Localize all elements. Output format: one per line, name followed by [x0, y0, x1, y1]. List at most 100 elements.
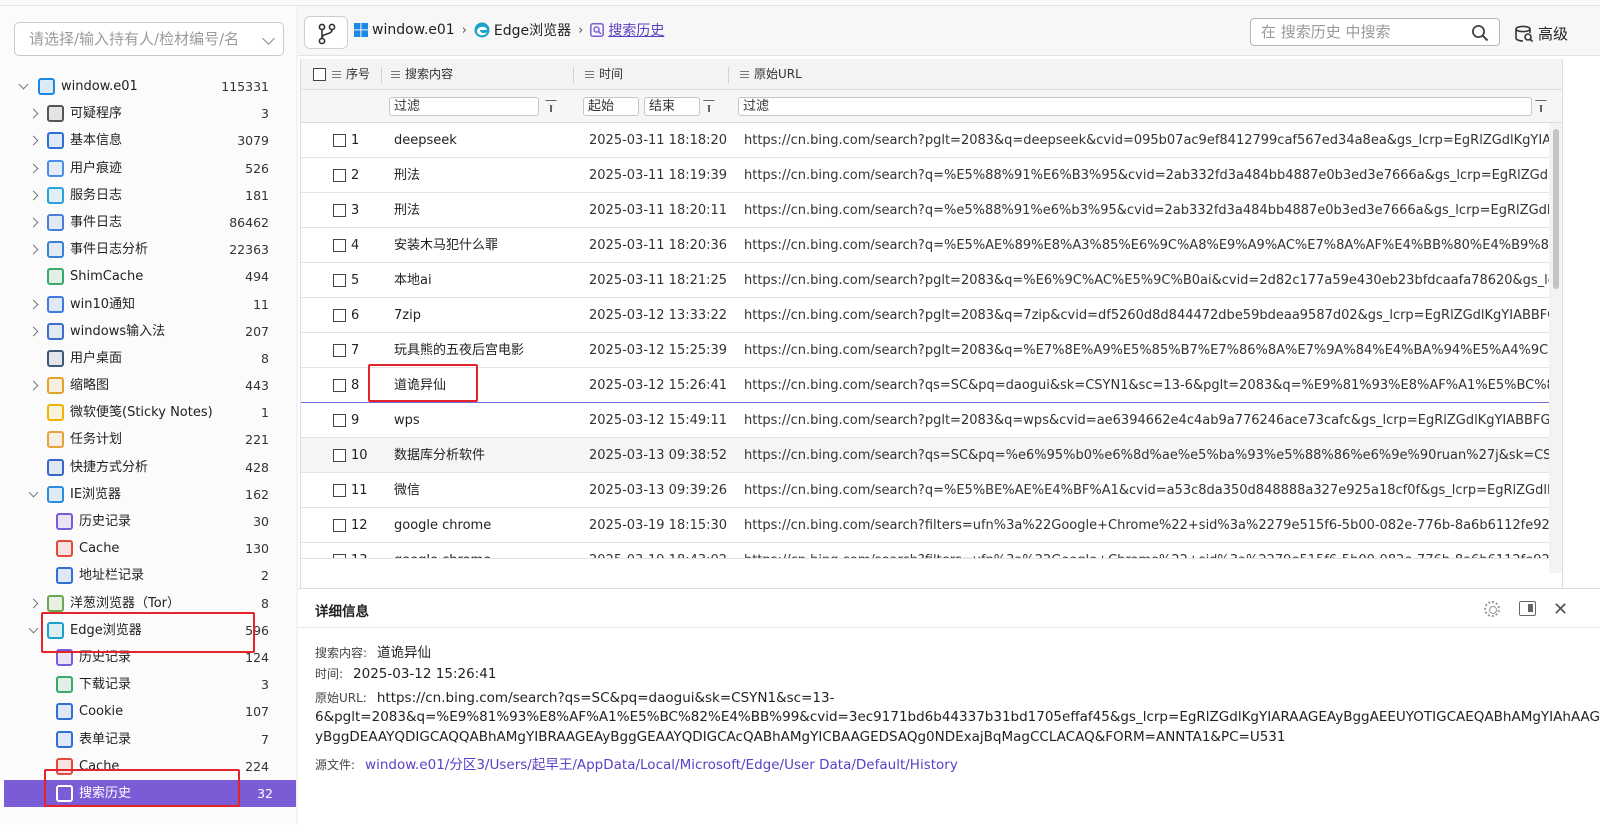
tree-item-count: 428	[245, 459, 269, 475]
select-all-checkbox[interactable]	[313, 68, 326, 81]
tree-item[interactable]: 服务日志 181	[0, 182, 296, 209]
row-checkbox[interactable]	[333, 344, 346, 357]
column-header-keyword[interactable]: 搜索内容	[391, 59, 453, 90]
row-url: https://cn.bing.com/search?q=%E5%88%91%E…	[744, 168, 1549, 183]
tree-item[interactable]: 洋葱浏览器（Tor） 8	[0, 590, 296, 617]
tree-item[interactable]: 事件日志 86462	[0, 209, 296, 236]
tree-item[interactable]: 用户桌面 8	[0, 345, 296, 372]
chevron-right-icon[interactable]	[28, 598, 39, 609]
tree-item[interactable]: 搜索历史 32	[4, 779, 296, 808]
search-input[interactable]: 在 搜索历史 中搜索	[1250, 18, 1500, 46]
row-checkbox[interactable]	[333, 134, 346, 147]
row-checkbox[interactable]	[333, 379, 346, 392]
gear-icon[interactable]	[1484, 601, 1500, 617]
table-row[interactable]: 9 wps 2025-03-12 15:49:11 https://cn.bing.c…	[301, 403, 1549, 438]
tree-item[interactable]: 用户痕迹 526	[0, 155, 296, 182]
time-end-input[interactable]: 结束	[644, 97, 700, 116]
time-start-input[interactable]: 起始	[583, 97, 639, 116]
chevron-down-icon[interactable]	[28, 487, 39, 498]
tree-item[interactable]: Cache 130	[0, 535, 296, 562]
advanced-search-button[interactable]: 高级	[1514, 23, 1568, 44]
keyword-filter-input[interactable]: 过滤	[389, 97, 539, 116]
chevron-down-icon[interactable]	[28, 623, 39, 634]
tree-item[interactable]: 可疑程序 3	[0, 100, 296, 127]
table-row[interactable]: 5 本地ai 2025-03-11 18:21:25 https://cn.bing.…	[301, 263, 1549, 298]
close-icon[interactable]: ✕	[1553, 599, 1568, 620]
row-checkbox[interactable]	[333, 449, 346, 462]
chevron-right-icon[interactable]	[28, 326, 39, 337]
table-row[interactable]: 12 google chrome 2025-03-19 18:15:30 https:…	[301, 508, 1549, 543]
table-row[interactable]: 10 数据库分析软件 2025-03-13 09:38:52 https://cn.b…	[301, 438, 1549, 473]
tree-item[interactable]: 缩略图 443	[0, 372, 296, 399]
tree-item[interactable]: 任务计划 221	[0, 426, 296, 453]
tree-item[interactable]: win10通知 11	[0, 291, 296, 318]
row-keyword: google chrome	[394, 543, 491, 558]
filter-icon[interactable]	[1535, 100, 1547, 112]
tree-item[interactable]: 事件日志分析 22363	[0, 236, 296, 263]
row-checkbox[interactable]	[333, 519, 346, 532]
path-bar: window.e01 › Edge浏览器 › 搜索历史 在 搜索历史 中搜索 高…	[298, 6, 1600, 56]
tree-item[interactable]: Cookie 107	[0, 698, 296, 725]
column-header-no[interactable]: 序号	[332, 59, 370, 90]
address-bar-icon	[56, 567, 73, 585]
chevron-right-icon[interactable]	[28, 299, 39, 309]
tree-item[interactable]: windows输入法 207	[0, 318, 296, 345]
holder-evidence-combo[interactable]: 请选择/输入持有人/检材编号/名	[14, 22, 284, 56]
breadcrumb-item-edge[interactable]: Edge浏览器	[494, 20, 571, 40]
tree-item[interactable]: 基本信息 3079	[0, 127, 296, 154]
tree-item[interactable]: 历史记录 30	[0, 508, 296, 535]
tree-item[interactable]: 表单记录 7	[0, 726, 296, 753]
panel-toggle-icon[interactable]	[1519, 601, 1536, 616]
chevron-right-icon[interactable]	[28, 163, 39, 174]
chevron-right-icon[interactable]	[28, 135, 39, 146]
tree-item[interactable]: Cache 224	[0, 753, 296, 780]
tree-item[interactable]: 历史记录 124	[0, 644, 296, 671]
tree-item[interactable]: 地址栏记录 2	[0, 562, 296, 589]
chevron-down-icon[interactable]	[262, 32, 275, 45]
table-row[interactable]: 3 刑法 2025-03-11 18:20:11 https://cn.bing.co…	[301, 193, 1549, 228]
table-row[interactable]: 2 刑法 2025-03-11 18:19:39 https://cn.bing.co…	[301, 158, 1549, 193]
column-header-time[interactable]: 时间	[585, 59, 623, 90]
table-row[interactable]: 11 微信 2025-03-13 09:39:26 https://cn.bing.c…	[301, 473, 1549, 508]
row-checkbox[interactable]	[333, 169, 346, 182]
row-checkbox[interactable]	[333, 204, 346, 217]
tree-item[interactable]: IE浏览器 162	[0, 481, 296, 508]
row-checkbox[interactable]	[333, 554, 346, 558]
row-checkbox[interactable]	[333, 274, 346, 287]
chevron-right-icon[interactable]	[28, 217, 39, 228]
chevron-right-icon[interactable]	[28, 244, 39, 255]
table-row[interactable]: 13 google chrome 2025-03-19 18:43:02 https:…	[301, 543, 1549, 559]
chevron-right-icon[interactable]	[28, 380, 39, 391]
table-row[interactable]: 4 安装木马犯什么罪 2025-03-11 18:20:36 https://cn.b…	[301, 228, 1549, 263]
filter-icon[interactable]	[703, 100, 715, 112]
chevron-right-icon[interactable]	[28, 190, 39, 201]
row-checkbox[interactable]	[333, 309, 346, 322]
chevron-right-icon[interactable]	[28, 108, 39, 119]
table-row[interactable]: 7 玩具熊的五夜后宫电影 2025-03-12 15:25:39 https://cn…	[301, 333, 1549, 368]
row-time: 2025-03-12 13:33:22	[589, 308, 728, 323]
table-row[interactable]: 1 deepseek 2025-03-11 18:18:20 https://cn.b…	[301, 123, 1549, 158]
detail-source-link[interactable]: window.e01/分区3/Users/起早王/AppData/Local/M…	[365, 757, 958, 773]
filter-icon[interactable]	[545, 100, 557, 112]
tree-item[interactable]: 下载记录 3	[0, 671, 296, 698]
tree-item[interactable]: Edge浏览器 596	[0, 617, 296, 644]
tree-item[interactable]: 微软便笺(Sticky Notes) 1	[0, 399, 296, 426]
row-checkbox[interactable]	[333, 484, 346, 497]
row-checkbox[interactable]	[333, 239, 346, 252]
chevron-down-icon[interactable]	[18, 79, 29, 90]
search-icon[interactable]	[1471, 24, 1489, 42]
tree-item[interactable]: ShimCache 494	[0, 263, 296, 290]
table-row[interactable]: 6 7zip 2025-03-12 13:33:22 https://cn.bing.…	[301, 298, 1549, 333]
breadcrumb-item-evidence[interactable]: window.e01	[372, 22, 455, 38]
vertical-scrollbar[interactable]	[1549, 123, 1562, 573]
column-header-url[interactable]: 原始URL	[740, 59, 802, 90]
table-row[interactable]: 8 道诡异仙 2025-03-12 15:26:41 https://cn.bing.…	[301, 368, 1549, 403]
row-checkbox[interactable]	[333, 414, 346, 427]
branch-toggle-button[interactable]	[304, 16, 348, 49]
tree-item[interactable]: 快捷方式分析 428	[0, 454, 296, 481]
detail-url-value-1: https://cn.bing.com/search?qs=SC&pq=daog…	[376, 690, 835, 706]
url-filter-input[interactable]: 过滤	[738, 97, 1532, 116]
breadcrumb-item-search-history[interactable]: 搜索历史	[608, 20, 664, 40]
row-url: https://cn.bing.com/search?filters=ufn%3…	[744, 518, 1549, 533]
tree-item[interactable]: window.e01 115331	[0, 73, 296, 100]
